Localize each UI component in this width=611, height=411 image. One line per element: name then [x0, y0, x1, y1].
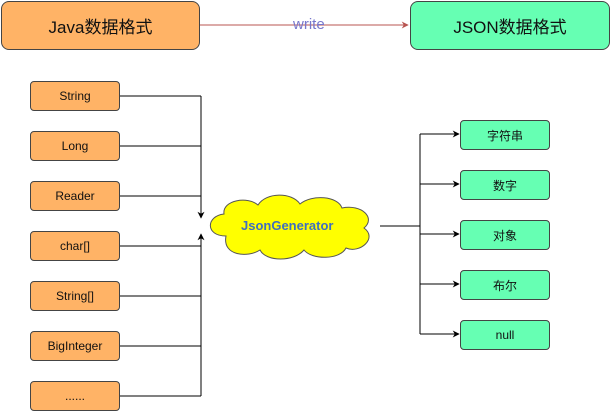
java-type-reader: Reader — [30, 181, 120, 211]
json-type-object: 对象 — [460, 220, 550, 250]
write-label: write — [293, 16, 325, 33]
json-format-box: JSON数据格式 — [410, 1, 610, 50]
json-type-boolean: 布尔 — [460, 270, 550, 300]
java-connectors — [120, 95, 205, 397]
java-type-string: String — [30, 81, 120, 111]
java-type-biginteger: BigInteger — [30, 331, 120, 361]
java-format-box: Java数据格式 — [1, 1, 200, 50]
java-type-char-array: char[] — [30, 231, 120, 261]
json-connectors — [380, 130, 460, 338]
json-type-number: 数字 — [460, 170, 550, 200]
json-generator-label: JsonGenerator — [241, 218, 334, 233]
json-type-null: null — [460, 320, 550, 350]
java-type-long: Long — [30, 131, 120, 161]
json-type-string: 字符串 — [460, 120, 550, 150]
java-type-more: ...... — [30, 381, 120, 411]
java-type-string-array: String[] — [30, 281, 120, 311]
